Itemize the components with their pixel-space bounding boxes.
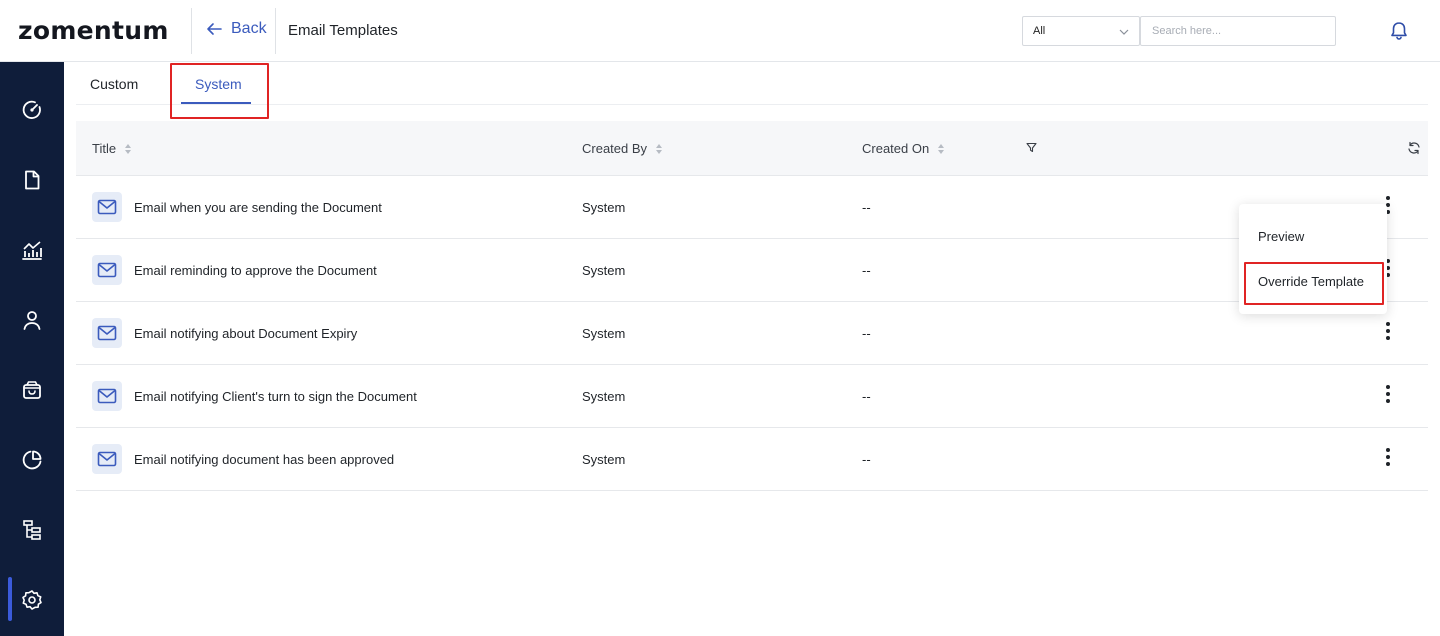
column-created-by-label: Created By	[582, 141, 648, 156]
mail-icon	[92, 381, 122, 411]
header-divider	[191, 8, 192, 54]
search-input[interactable]	[1140, 16, 1336, 46]
row-created-by: System	[582, 263, 626, 278]
table-header: Title Created By Created On	[76, 121, 1428, 176]
more-options-icon[interactable]	[1380, 320, 1396, 342]
document-icon	[25, 170, 40, 190]
sidebar-item-dashboard[interactable]	[0, 87, 64, 133]
mail-icon	[92, 255, 122, 285]
dashboard-gauge-icon	[22, 100, 41, 119]
sidebar-item-contacts[interactable]	[0, 297, 64, 343]
more-options-icon[interactable]	[1380, 383, 1396, 405]
sidebar-item-documents[interactable]	[0, 157, 64, 203]
refresh-icon[interactable]	[1407, 141, 1421, 155]
row-created-by: System	[582, 389, 626, 404]
sort-icon	[125, 143, 132, 154]
highlight-box-system-tab	[170, 63, 269, 119]
filter-selected-value: All	[1033, 25, 1046, 37]
top-header: zomentum Back Email Templates All	[0, 0, 1440, 62]
table-row[interactable]: Email reminding to approve the Document S…	[76, 239, 1428, 302]
analytics-chart-icon	[22, 241, 42, 260]
templates-table: Title Created By Created On Email when y…	[76, 121, 1428, 491]
arrow-left-icon	[207, 23, 222, 35]
tab-custom[interactable]: Custom	[90, 76, 138, 92]
row-created-by: System	[582, 326, 626, 341]
highlight-box-override-template	[1244, 262, 1384, 305]
column-header-created-on[interactable]: Created On	[862, 141, 945, 156]
table-row[interactable]: Email notifying Client's turn to sign th…	[76, 365, 1428, 428]
template-tabs: Custom System	[76, 62, 1428, 105]
row-created-by: System	[582, 200, 626, 215]
header-divider	[275, 8, 276, 54]
table-row[interactable]: Email when you are sending the Document S…	[76, 176, 1428, 239]
table-body: Email when you are sending the Document S…	[76, 176, 1428, 491]
workflow-tree-icon	[23, 520, 41, 540]
row-title[interactable]: Email when you are sending the Document	[134, 200, 382, 215]
sidebar-item-reports[interactable]	[0, 437, 64, 483]
row-title[interactable]: Email notifying document has been approv…	[134, 452, 394, 467]
settings-gear-icon	[22, 590, 42, 610]
bell-icon[interactable]	[1388, 20, 1410, 42]
table-row[interactable]: Email notifying about Document Expiry Sys…	[76, 302, 1428, 365]
filter-icon[interactable]	[1026, 142, 1037, 153]
row-created-on: --	[862, 452, 871, 467]
sidebar-item-analytics[interactable]	[0, 227, 64, 273]
row-title[interactable]: Email notifying about Document Expiry	[134, 326, 357, 341]
column-header-title[interactable]: Title	[92, 141, 132, 156]
row-created-by: System	[582, 452, 626, 467]
mail-icon	[92, 318, 122, 348]
mail-icon	[92, 192, 122, 222]
more-options-icon[interactable]	[1380, 446, 1396, 468]
sidebar	[0, 62, 64, 636]
row-title[interactable]: Email reminding to approve the Document	[134, 263, 377, 278]
sidebar-item-settings[interactable]	[0, 577, 64, 623]
user-icon	[23, 311, 41, 330]
chevron-down-icon	[1119, 29, 1129, 35]
sort-icon	[656, 143, 663, 154]
row-created-on: --	[862, 389, 871, 404]
table-row[interactable]: Email notifying document has been approv…	[76, 428, 1428, 491]
page-title: Email Templates	[288, 22, 398, 39]
back-label: Back	[231, 20, 267, 37]
pie-chart-icon	[22, 450, 42, 470]
column-header-created-by[interactable]: Created By	[582, 141, 663, 156]
column-title-label: Title	[92, 141, 117, 156]
search-filter-select[interactable]: All	[1022, 16, 1140, 46]
shopping-bag-icon	[23, 381, 41, 399]
mail-icon	[92, 444, 122, 474]
row-created-on: --	[862, 200, 871, 215]
sidebar-item-workflows[interactable]	[0, 507, 64, 553]
zomentum-logo[interactable]: zomentum	[18, 16, 169, 45]
back-button[interactable]: Back	[205, 20, 267, 38]
row-created-on: --	[862, 263, 871, 278]
menu-item-preview[interactable]: Preview	[1258, 229, 1304, 244]
row-title[interactable]: Email notifying Client's turn to sign th…	[134, 389, 417, 404]
sidebar-item-products[interactable]	[0, 367, 64, 413]
column-created-on-label: Created On	[862, 141, 930, 156]
row-created-on: --	[862, 326, 871, 341]
sort-icon	[938, 143, 945, 154]
